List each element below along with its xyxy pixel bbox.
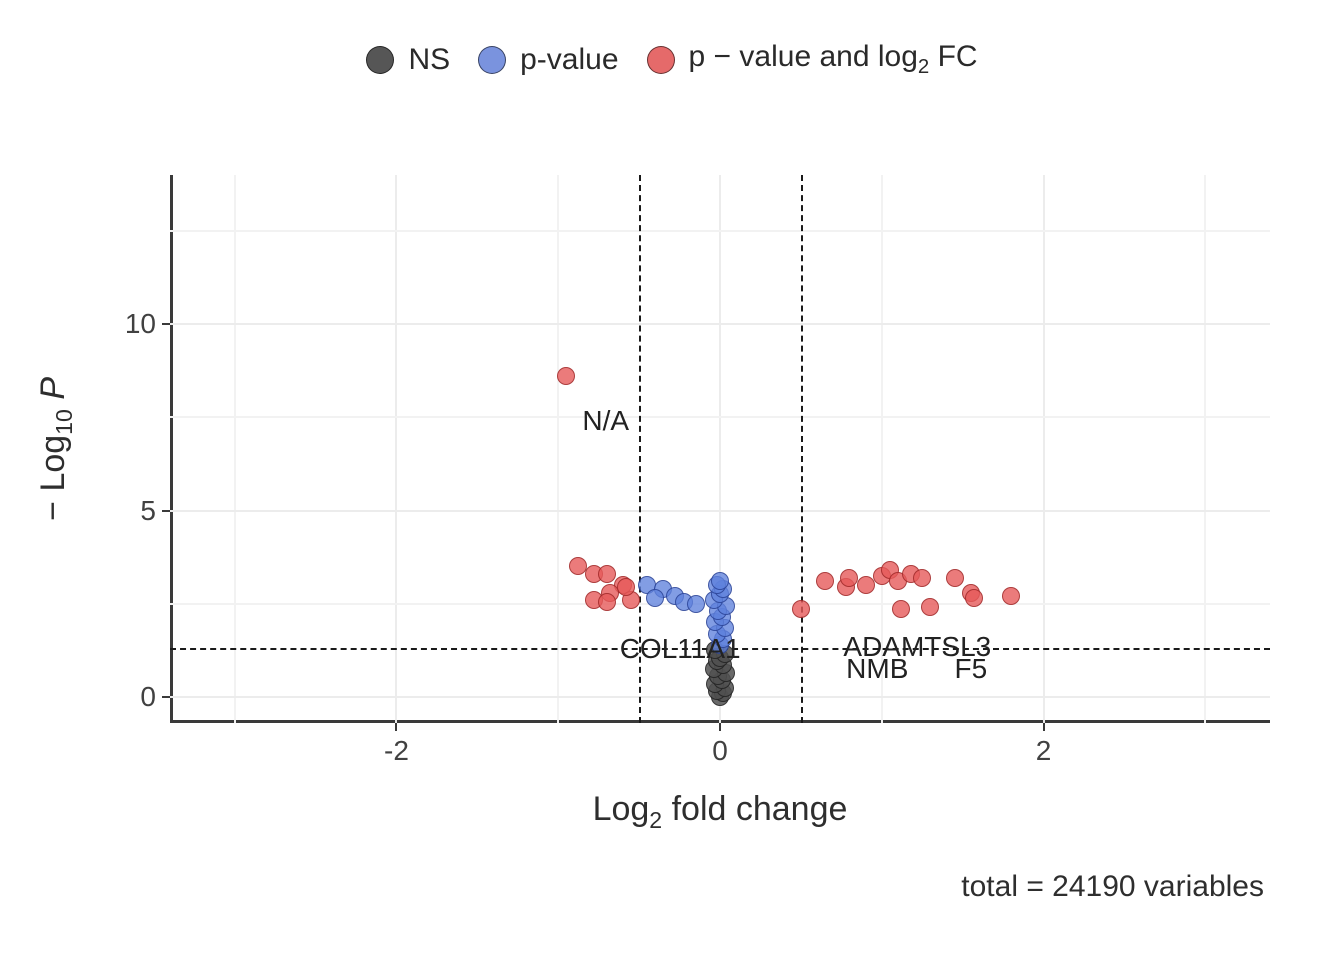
data-point [711,572,729,590]
chart-container: NS p-value p − value and log2 FC − Log10… [0,0,1344,960]
x-tick-label: -2 [384,735,409,767]
y-axis-line [170,175,173,723]
chart-caption: total = 24190 variables [961,870,1264,904]
plot-area: N/ACOL11A1ADAMTSL3NMBF5 [170,175,1270,723]
tick-mark [719,723,721,731]
data-point [1002,587,1020,605]
y-tick-label: 0 [140,681,156,713]
legend-label: NS [408,43,450,77]
data-point [892,600,910,618]
data-point [965,589,983,607]
gridline-h-minor [170,230,1270,232]
gridline-v-minor [1204,175,1206,723]
data-point [921,598,939,616]
legend-label: p-value [520,43,618,77]
legend-item-pvalue-fc: p − value and log2 FC [647,40,978,79]
x-tick-label: 2 [1036,735,1052,767]
legend-label: p − value and log2 FC [689,40,978,79]
point-label: COL11A1 [620,633,741,665]
point-label: NMB [846,653,908,685]
legend-dot-icon [647,46,675,74]
data-point [946,569,964,587]
legend-item-pvalue: p-value [478,43,618,77]
legend: NS p-value p − value and log2 FC [0,40,1344,79]
legend-item-ns: NS [366,43,450,77]
threshold-vline [801,175,803,723]
tick-mark [162,510,170,512]
data-point [687,595,705,613]
gridline-v [1043,175,1045,723]
point-label: N/A [582,405,629,437]
legend-dot-icon [478,46,506,74]
data-point [857,576,875,594]
data-point [646,589,664,607]
gridline-v-minor [234,175,236,723]
y-tick-label: 5 [140,495,156,527]
legend-dot-icon [366,46,394,74]
data-point [598,593,616,611]
gridline-v-minor [557,175,559,723]
y-axis-label: − Log10 P [36,175,76,723]
gridline-v [395,175,397,723]
y-tick-label: 10 [125,308,156,340]
tick-mark [162,323,170,325]
data-point [598,565,616,583]
data-point [792,600,810,618]
point-label: F5 [955,653,988,685]
tick-mark [395,723,397,731]
x-axis-label: Log2 fold change [170,790,1270,834]
gridline-h [170,510,1270,512]
data-point [557,367,575,385]
tick-mark [162,696,170,698]
gridline-h-minor [170,416,1270,418]
data-point [617,578,635,596]
tick-mark [1043,723,1045,731]
data-point [913,569,931,587]
x-tick-label: 0 [712,735,728,767]
data-point [816,572,834,590]
gridline-h [170,323,1270,325]
